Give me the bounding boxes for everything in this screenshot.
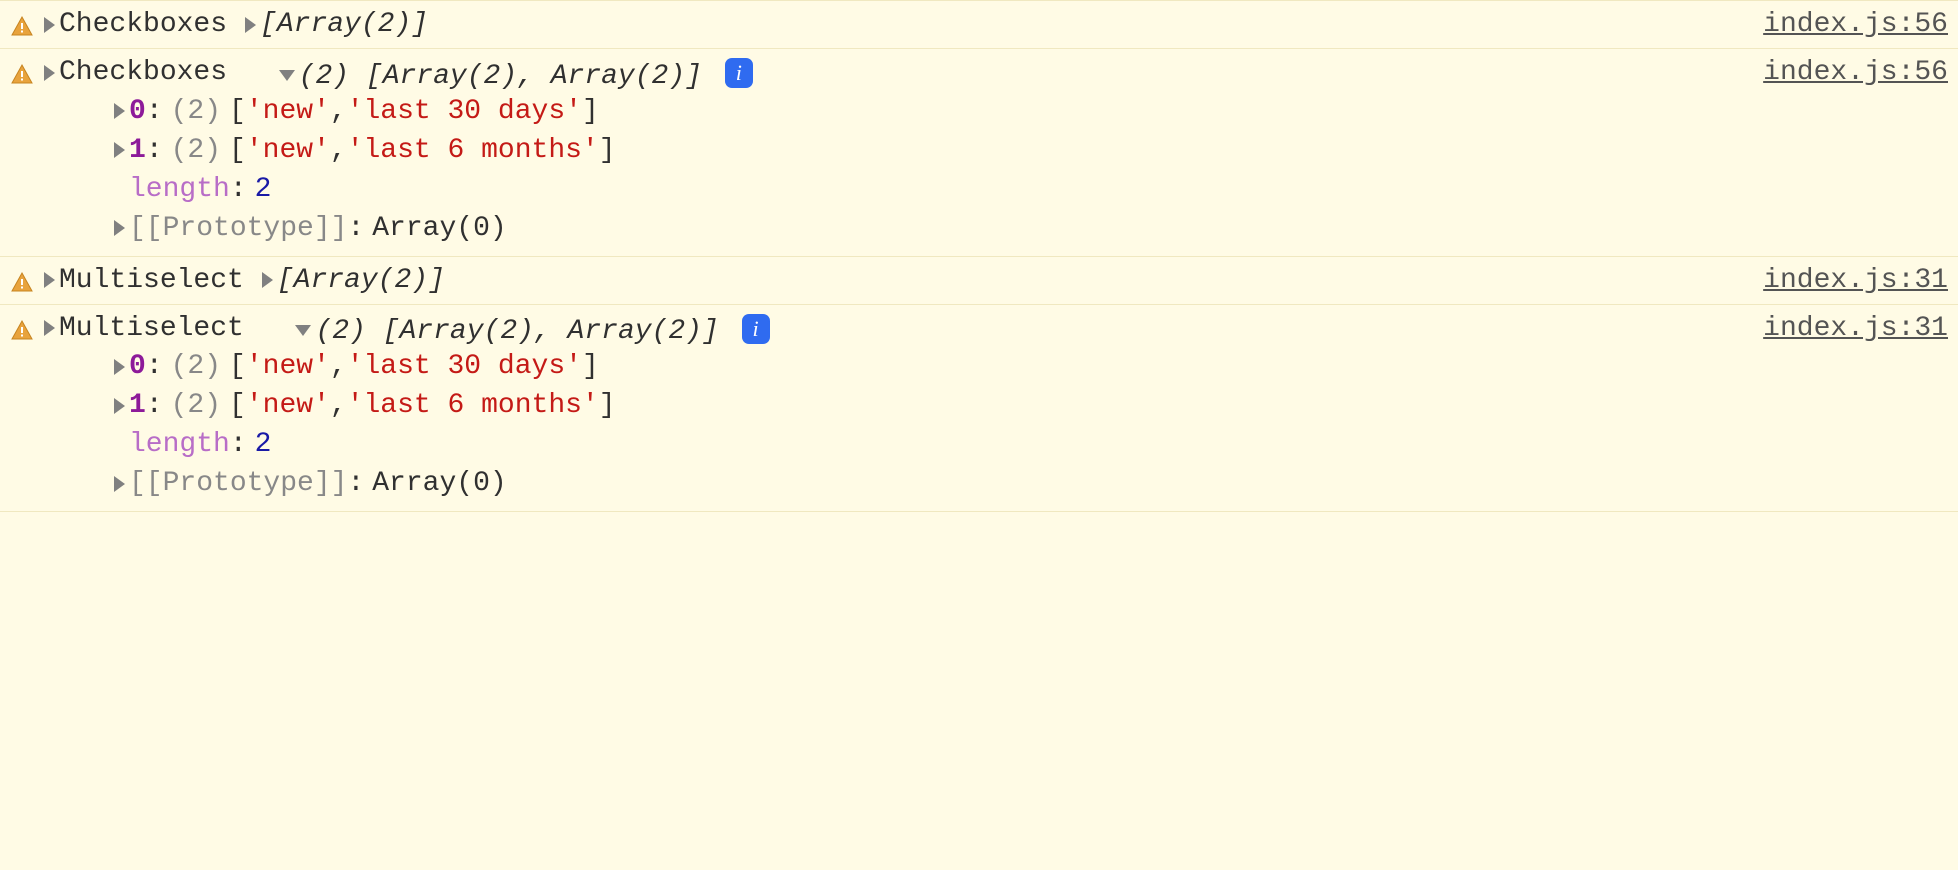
object-expander[interactable]: Checkboxes [44,57,227,88]
object-expander[interactable]: Checkboxes [44,9,227,40]
prototype-row[interactable]: [[Prototype]]: Array(0) [114,209,1743,248]
log-label: Multiselect [59,265,244,296]
preview-count: (2) [171,351,221,382]
console-log-row: Multiselect [Array(2)] index.js:31 [0,257,1958,305]
triangle-right-icon [114,398,125,414]
object-preview: [Array(2)] [277,265,445,296]
property-value: Array(0) [372,468,506,499]
source-location-link[interactable]: index.js:31 [1743,313,1948,344]
info-icon[interactable]: i [725,58,753,88]
source-location-link[interactable]: index.js:31 [1743,265,1948,296]
triangle-down-icon [295,325,311,336]
triangle-right-icon [44,320,55,336]
property-key: [[Prototype]] [129,213,347,244]
warning-icon [10,319,34,343]
source-location-link[interactable]: index.js:56 [1743,9,1948,40]
triangle-right-icon [44,272,55,288]
triangle-down-icon [279,70,295,81]
preview-count: (2) [171,390,221,421]
object-expander[interactable]: [Array(2)] [262,265,445,296]
property-value: 2 [255,174,272,205]
triangle-right-icon [114,220,125,236]
triangle-right-icon [44,65,55,81]
warning-icon [10,271,34,295]
log-label: Checkboxes [59,57,227,88]
expanded-properties: 0: (2) ['new', 'last 30 days'] 1: (2) ['… [44,92,1743,248]
triangle-right-icon [245,17,256,33]
object-expander[interactable]: (2) [Array(2), Array(2)] [279,61,702,92]
source-location-link[interactable]: index.js:56 [1743,57,1948,88]
length-row[interactable]: length: 2 [114,425,1743,464]
array-index-row[interactable]: 1: (2) ['new', 'last 6 months'] [114,131,1743,170]
property-key: length [129,174,230,205]
object-expander[interactable]: Multiselect [44,265,244,296]
prototype-row[interactable]: [[Prototype]]: Array(0) [114,464,1743,503]
object-preview: (2) [Array(2), Array(2)] [299,61,702,92]
property-key: [[Prototype]] [129,468,347,499]
length-row[interactable]: length: 2 [114,170,1743,209]
object-preview: [Array(2)] [260,9,428,40]
triangle-right-icon [114,142,125,158]
warning-icon [10,63,34,87]
property-key: length [129,429,230,460]
property-value: 2 [255,429,272,460]
preview-count: (2) [171,135,221,166]
property-value: Array(0) [372,213,506,244]
log-label: Checkboxes [59,9,227,40]
property-key: 1 [129,390,146,421]
object-preview: (2) [Array(2), Array(2)] [315,316,718,347]
triangle-right-icon [262,272,273,288]
property-key: 1 [129,135,146,166]
array-index-row[interactable]: 1: (2) ['new', 'last 6 months'] [114,386,1743,425]
property-key: 0 [129,96,146,127]
preview-count: (2) [171,96,221,127]
console-log-row: Checkboxes (2) [Array(2), Array(2)] i 0:… [0,49,1958,257]
console-log-row: Multiselect (2) [Array(2), Array(2)] i 0… [0,305,1958,513]
triangle-right-icon [114,103,125,119]
object-expander[interactable]: Multiselect [44,313,244,344]
object-expander[interactable]: [Array(2)] [245,9,428,40]
warning-icon [10,15,34,39]
log-label: Multiselect [59,313,244,344]
triangle-right-icon [44,17,55,33]
property-key: 0 [129,351,146,382]
console-log-row: Checkboxes [Array(2)] index.js:56 [0,0,1958,49]
expanded-properties: 0: (2) ['new', 'last 30 days'] 1: (2) ['… [44,347,1743,503]
object-expander[interactable]: (2) [Array(2), Array(2)] [295,316,718,347]
array-index-row[interactable]: 0: (2) ['new', 'last 30 days'] [114,347,1743,386]
triangle-right-icon [114,476,125,492]
triangle-right-icon [114,359,125,375]
array-index-row[interactable]: 0: (2) ['new', 'last 30 days'] [114,92,1743,131]
info-icon[interactable]: i [742,314,770,344]
